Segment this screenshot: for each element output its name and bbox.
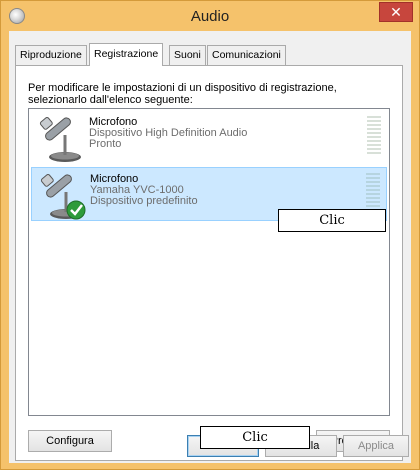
microphone-icon (36, 170, 90, 222)
device-info: Microfono Dispositivo High Definition Au… (89, 117, 247, 150)
close-button[interactable]: ✕ (379, 2, 413, 22)
click-callout-list: Clic (278, 209, 386, 232)
window-title: Audio (190, 8, 230, 25)
tab-riproduzione[interactable]: Riproduzione (15, 45, 87, 65)
microphone-icon (35, 113, 89, 165)
device-list[interactable]: Microfono Dispositivo High Definition Au… (28, 108, 390, 416)
default-check-icon (66, 200, 86, 220)
tab-comunicazioni[interactable]: Comunicazioni (207, 45, 286, 65)
device-status: Dispositivo predefinito (90, 195, 198, 207)
apply-button[interactable]: Applica (343, 435, 409, 457)
list-item[interactable]: Microfono Dispositivo High Definition Au… (31, 111, 387, 165)
instructions-text: Per modificare le impostazioni di un dis… (28, 82, 337, 106)
click-callout-properties: Clic (200, 426, 310, 449)
level-meter (366, 173, 380, 211)
audio-window: Audio ✕ Riproduzione Registrazione Suoni… (0, 0, 420, 470)
tab-suoni[interactable]: Suoni (169, 45, 206, 65)
device-status: Pronto (89, 138, 122, 150)
configure-button[interactable]: Configura (28, 430, 112, 452)
level-meter (367, 116, 381, 154)
dialog-client: Riproduzione Registrazione Suoni Comunic… (9, 31, 411, 463)
tab-panel: Per modificare le impostazioni di un dis… (15, 65, 403, 461)
tab-registrazione[interactable]: Registrazione (89, 43, 164, 66)
title-bar[interactable]: Audio ✕ (1, 1, 419, 31)
device-info: Microfono Yamaha YVC-1000 Dispositivo pr… (90, 174, 198, 207)
